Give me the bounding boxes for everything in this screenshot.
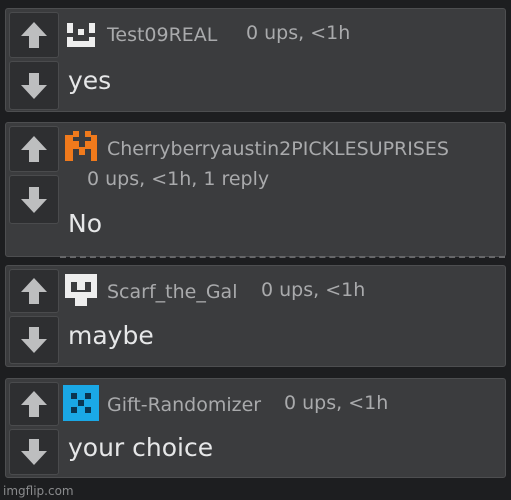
comment-card: Scarf_the_Gal 0 ups, <1h maybe [5,265,506,367]
upvote-button[interactable] [9,269,59,313]
arrow-up-icon [21,136,47,162]
comment-meta: 0 ups, <1h [246,22,351,44]
username-link[interactable]: Gift-Randomizer [107,394,261,416]
arrow-down-icon [21,186,47,213]
upvote-button[interactable] [9,382,59,426]
thread-divider [60,256,505,258]
comment-text: maybe [68,321,154,350]
user-avatar-icon[interactable] [63,385,99,421]
vote-controls [9,126,59,224]
downvote-button[interactable] [9,316,59,364]
upvote-button[interactable] [9,126,59,172]
downvote-button[interactable] [9,429,59,475]
comment-meta: 0 ups, <1h, 1 reply [87,168,270,190]
comment-card: Gift-Randomizer 0 ups, <1h your choice [5,378,506,478]
downvote-button[interactable] [9,175,59,224]
vote-controls [9,12,59,110]
comment-text: your choice [68,433,214,462]
comment-card: Test09REAL 0 ups, <1h yes [5,8,506,112]
comment-meta: 0 ups, <1h [261,279,366,301]
vote-controls [9,382,59,475]
comment-text: No [68,209,102,238]
comment-card: Cherryberryaustin2PICKLESUPRISES 0 ups, … [5,122,506,258]
arrow-up-icon [21,391,47,417]
upvote-button[interactable] [9,12,59,58]
arrow-up-icon [21,278,47,304]
comment-meta: 0 ups, <1h [284,392,389,414]
user-avatar-icon[interactable] [63,129,99,165]
comment-text: yes [68,66,112,95]
username-link[interactable]: Test09REAL [107,24,217,46]
arrow-down-icon [21,439,47,465]
arrow-down-icon [21,72,47,99]
username-link[interactable]: Scarf_the_Gal [107,281,237,303]
vote-controls [9,269,59,364]
user-avatar-icon[interactable] [63,272,99,308]
user-avatar-icon[interactable] [63,19,99,55]
downvote-button[interactable] [9,61,59,110]
arrow-up-icon [21,22,47,48]
username-link[interactable]: Cherryberryaustin2PICKLESUPRISES [107,138,449,160]
watermark: imgflip.com [3,484,74,498]
arrow-down-icon [21,327,47,353]
